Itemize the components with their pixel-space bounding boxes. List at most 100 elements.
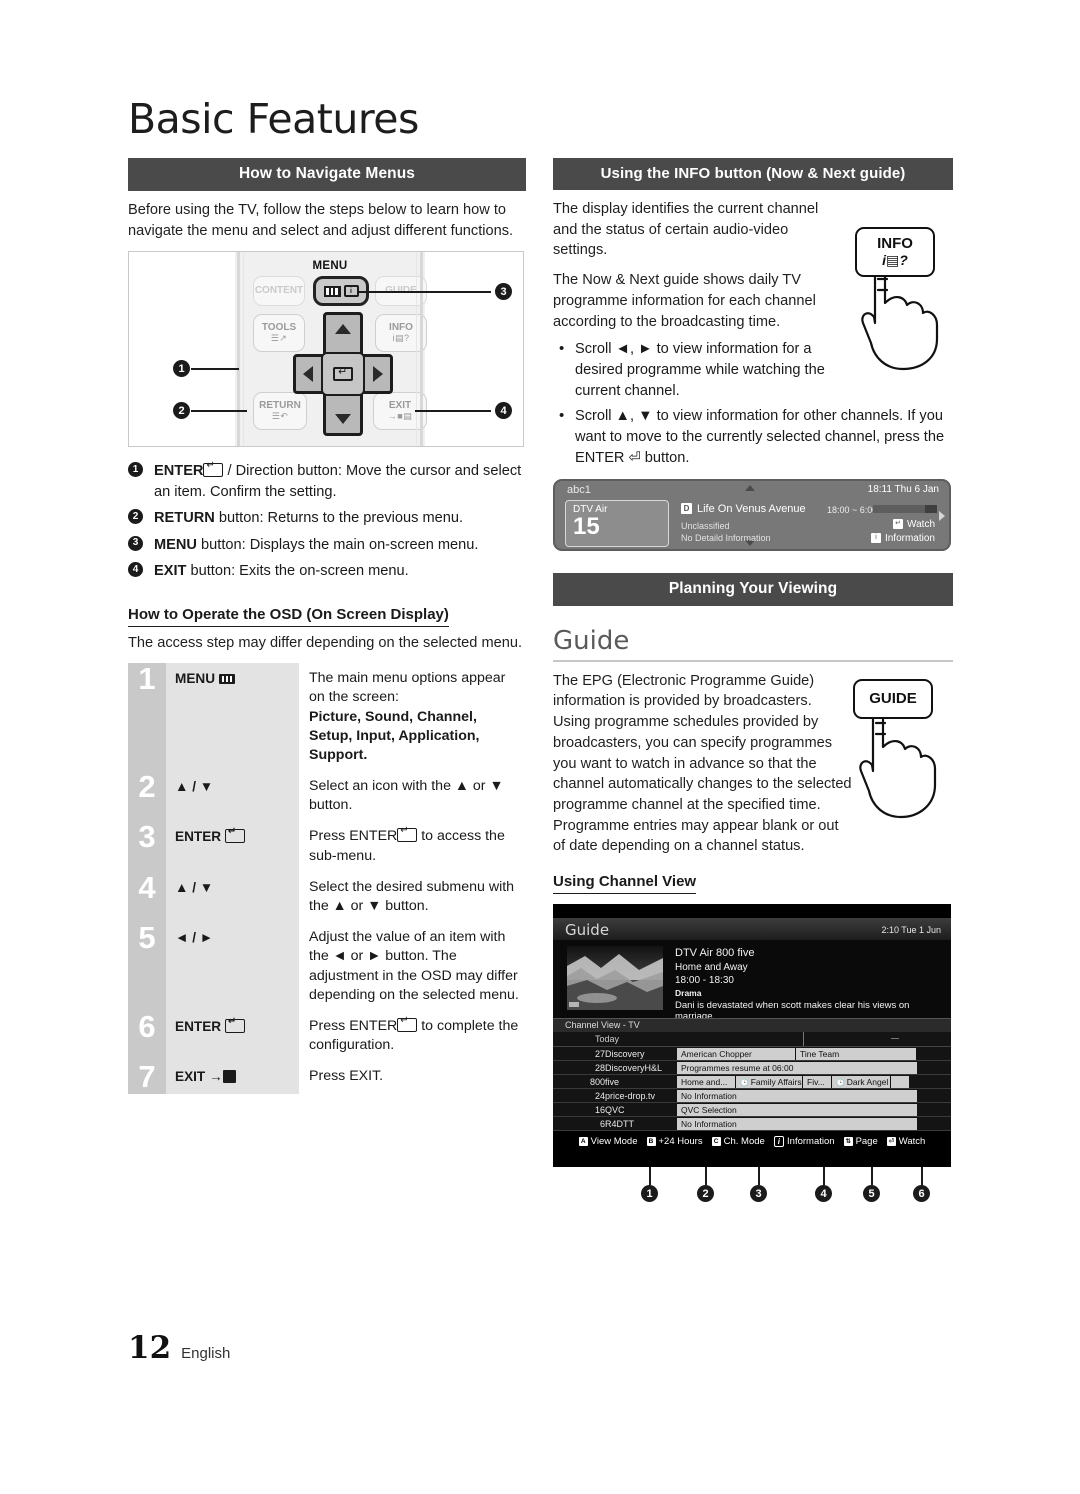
guide-divider <box>553 659 953 662</box>
step-key: ENTER <box>166 821 299 872</box>
page-number: 12 <box>128 1330 172 1366</box>
channel-view-screenshot: Guide 2:10 Tue 1 Jun DTV Air 800 five Ho… <box>553 904 951 1168</box>
table-row: 5 ◄ / ► Adjust the value of an item with… <box>128 922 526 1011</box>
cv-programme-block[interactable]: Family Affairs <box>736 1075 802 1088</box>
osd-action-information[interactable]: i Information <box>870 533 935 544</box>
table-row[interactable]: 6 R4DTT No Information <box>553 1116 951 1132</box>
cv-key-icon: A <box>578 1137 588 1147</box>
legend-item-3: 3 MENU button: Displays the main on-scre… <box>128 535 526 555</box>
return-icon: ☰↶ <box>271 411 289 422</box>
cv-programme-block[interactable]: QVC Selection <box>677 1103 917 1116</box>
cv-guide-title: Guide <box>565 921 610 940</box>
cv-callout-6: 6 <box>913 1185 930 1203</box>
table-row: 1 MENU The main menu options appear on t… <box>128 663 526 772</box>
cv-key-view-mode[interactable]: A View Mode <box>578 1136 638 1147</box>
step-key: ▲ / ▼ <box>166 771 299 822</box>
cv-info-panel: DTV Air 800 five Home and Away 18:00 - 1… <box>553 940 951 1022</box>
cv-key-list: A View Mode B +24 Hours C Ch. Mode i Informatio… <box>553 1136 951 1148</box>
info-keycap-icon: i▤? <box>882 252 908 268</box>
exit-icon: → <box>209 1069 223 1085</box>
cv-programme-block[interactable]: No Information <box>677 1089 917 1102</box>
legend-badge-1: 1 <box>128 462 143 478</box>
callout-leader-4 <box>415 410 491 412</box>
info-keycap[interactable]: INFO i▤? <box>855 227 935 277</box>
cv-time-tick-a <box>803 1032 804 1047</box>
cv-programme-block[interactable]: No Information <box>677 1117 917 1130</box>
guide-keycap[interactable]: GUIDE <box>853 678 933 719</box>
table-row[interactable]: 16 QVC QVC Selection <box>553 1102 951 1118</box>
table-row[interactable]: 27 Discovery American Chopper Tine Team <box>553 1047 951 1062</box>
cv-programme-cell: American Chopper Tine Team <box>677 1047 951 1062</box>
step-description: Press ENTER to complete the configuratio… <box>299 1010 526 1062</box>
cv-callout-tick-3 <box>758 1167 760 1186</box>
enter-icon: ↵ <box>893 519 904 530</box>
step-number: 2 <box>128 771 166 822</box>
osd-time-range: 18:00 ~ 6:00 <box>827 504 878 515</box>
page-title: Basic Features <box>128 95 419 143</box>
cv-callout-tick-6 <box>921 1167 923 1186</box>
cv-key-icon: C <box>711 1137 721 1147</box>
cv-programme-block[interactable]: Programmes resume at 06:00 <box>677 1061 917 1074</box>
cv-channel-name: five <box>605 1074 677 1090</box>
cv-callout-1: 1 <box>641 1185 658 1203</box>
step-desc-b: Picture, Sound, Channel, Setup, Input, A… <box>309 708 480 763</box>
cv-channel-name: QVC <box>605 1102 677 1118</box>
cv-key-watch[interactable]: ⏎ Watch <box>886 1136 925 1147</box>
legend-item-1: 1 ENTER / Direction button: Move the cur… <box>128 459 526 502</box>
cv-key-label: Information <box>787 1136 835 1148</box>
dtv-badge-icon: D <box>681 503 692 515</box>
cv-key-page[interactable]: ⇅ Page <box>843 1136 878 1148</box>
cv-key-label: Page <box>855 1136 878 1148</box>
dpad-enter-button[interactable] <box>321 352 365 397</box>
thumbnail-image <box>567 946 663 1011</box>
cv-programme-block[interactable]: Dark Angel <box>832 1075 890 1088</box>
table-row[interactable]: 800fiveHome and...Family AffairsFiv...Da… <box>553 1074 951 1090</box>
arrow-left-icon[interactable] <box>303 366 313 383</box>
cv-channel-number: 28 <box>553 1060 605 1076</box>
cv-key-information[interactable]: i Information <box>773 1136 835 1148</box>
cv-time-tick-b <box>891 1038 899 1040</box>
enter-icon <box>224 1015 245 1033</box>
cv-programme-block[interactable]: Tine Team <box>796 1047 916 1060</box>
cv-callout-tick-5 <box>871 1167 873 1186</box>
arrow-right-icon[interactable] <box>373 366 383 383</box>
osd-rating: Unclassified <box>681 520 730 531</box>
arrow-up-icon[interactable] <box>335 324 351 335</box>
cv-today-bar: Today <box>553 1032 951 1048</box>
remote-dpad[interactable] <box>293 312 393 437</box>
cv-programme-block[interactable]: American Chopper <box>677 1047 795 1060</box>
guide-body-text: The EPG (Electronic Programme Guide) inf… <box>553 672 852 855</box>
legend-text-2: button: Returns to the previous menu. <box>214 510 464 527</box>
remote-content-button[interactable]: CONTENT <box>253 276 305 307</box>
step-number: 1 <box>128 663 166 772</box>
cv-programme-cell: Programmes resume at 06:00 <box>677 1060 951 1076</box>
step-number: 3 <box>128 821 166 872</box>
channel-view-subhead: Using Channel View <box>553 873 697 895</box>
table-row[interactable]: 24 price-drop.tv No Information <box>553 1088 951 1104</box>
step-description: Press EXIT. <box>299 1061 526 1095</box>
info-icon: i <box>870 533 881 544</box>
info-paragraph-1: The display identifies the current chann… <box>553 201 819 259</box>
cv-programme-grid: 27 Discovery American Chopper Tine Team 28 Di… <box>553 1047 951 1132</box>
table-row[interactable]: 28 DiscoveryH&L Programmes resume at 06:00 <box>553 1060 951 1076</box>
cv-key--24-hours[interactable]: B +24 Hours <box>646 1136 703 1148</box>
step-description: Adjust the value of an item with the ◄ o… <box>299 922 526 1011</box>
cv-key-icon: B <box>646 1137 656 1147</box>
cv-programme-cell: No Information <box>677 1116 951 1132</box>
osd-action-watch[interactable]: ↵ Watch <box>893 519 935 530</box>
cv-programme-block[interactable]: Home and... <box>677 1075 735 1088</box>
cv-programme-block[interactable] <box>891 1075 909 1088</box>
section-header-info-button: Using the INFO button (Now & Next guide) <box>553 158 953 190</box>
cv-channel-name: Discovery <box>605 1047 677 1062</box>
cv-callout-5: 5 <box>863 1185 880 1203</box>
manual-page: Basic Features How to Navigate Menus Bef… <box>0 0 1080 1494</box>
cv-programme-cell: No Information <box>677 1088 951 1104</box>
arrow-down-icon[interactable] <box>335 414 351 425</box>
callout-leader-1 <box>191 368 239 370</box>
cv-key-ch-mode[interactable]: C Ch. Mode <box>711 1136 765 1147</box>
cv-programme-block[interactable]: Fiv... <box>803 1075 831 1088</box>
cv-info-line-2: Home and Away <box>675 962 748 974</box>
cv-key-label: +24 Hours <box>658 1136 703 1148</box>
callout-4: 4 <box>495 402 512 420</box>
osd-steps-table: 1 MENU The main menu options appear on t… <box>128 663 526 1095</box>
